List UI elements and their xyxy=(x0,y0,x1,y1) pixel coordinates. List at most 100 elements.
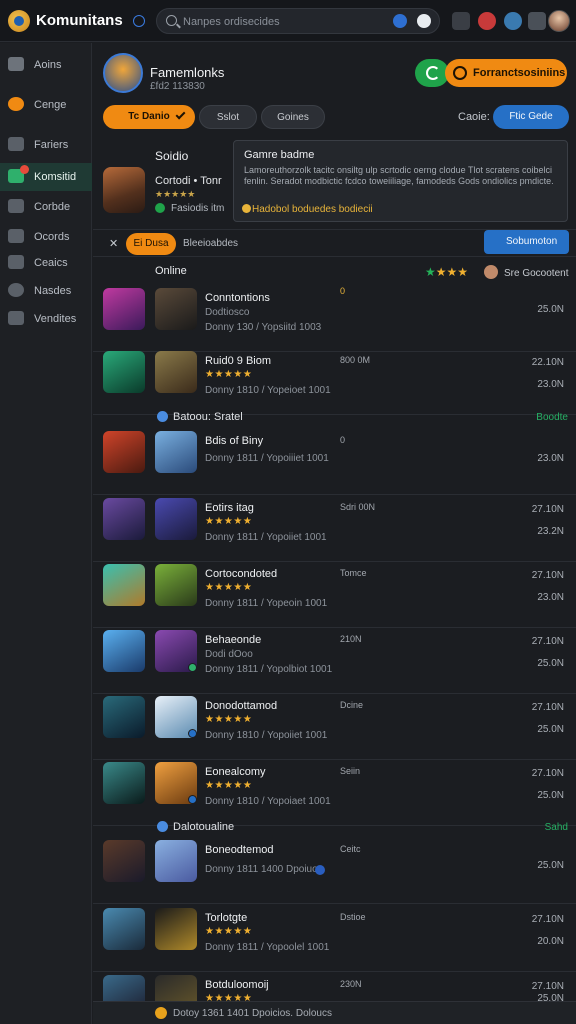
game-thumbnail[interactable] xyxy=(103,840,145,882)
online-section-link[interactable]: Sre Gocootent xyxy=(504,268,568,279)
primary-action-button[interactable]: Forranctsosiniins xyxy=(445,59,567,87)
sidebar-item-fariers[interactable]: Fariers xyxy=(0,131,92,159)
refresh-button[interactable] xyxy=(415,59,449,87)
row-size: Dstioe xyxy=(340,912,366,922)
game-thumbnail-alt[interactable] xyxy=(155,975,197,1001)
game-thumbnail[interactable] xyxy=(103,564,145,606)
row-title[interactable]: Cortocondoted xyxy=(205,568,277,580)
game-thumbnail[interactable] xyxy=(103,431,145,473)
row-title[interactable]: Torlotgte xyxy=(205,912,247,924)
row-subtitle: Dodi dOoo xyxy=(205,649,253,660)
sidebar-item-ocords[interactable]: Ocords xyxy=(0,223,92,251)
row-value: 23.0N xyxy=(537,453,564,464)
game-thumbnail[interactable] xyxy=(103,498,145,540)
row-title[interactable]: Botduloomoij xyxy=(205,979,269,991)
settings-gear-icon[interactable] xyxy=(452,12,470,30)
game-thumbnail[interactable] xyxy=(103,630,145,672)
sidebar-item-corbde[interactable]: Corbde xyxy=(0,193,92,221)
featured-game-name[interactable]: Cortodi • Tonr xyxy=(155,175,222,187)
sidebar-item-nasdes[interactable]: Nasdes xyxy=(0,277,92,305)
sidebar-item-vendites[interactable]: Vendites xyxy=(0,305,92,333)
submit-button[interactable]: Sobumoton xyxy=(484,230,569,254)
row-value-secondary: 23.2N xyxy=(537,526,564,537)
filter-secondary-pill[interactable]: Sslot xyxy=(199,105,257,129)
game-thumbnail[interactable] xyxy=(103,696,145,738)
filter-tertiary-pill[interactable]: Goines xyxy=(261,105,325,129)
game-thumbnail-alt[interactable] xyxy=(155,351,197,393)
row-title[interactable]: Bdis of Biny xyxy=(205,435,263,447)
filter-primary-pill[interactable]: Tc Danio xyxy=(103,105,195,129)
game-thumbnail-alt[interactable] xyxy=(155,564,197,606)
game-thumbnail[interactable] xyxy=(103,908,145,950)
user-avatar[interactable] xyxy=(548,10,570,32)
search-placeholder[interactable]: Nanpes ordisecides xyxy=(183,16,280,28)
game-thumbnail-alt[interactable] xyxy=(155,840,197,882)
group-label: Batoou: Sratel xyxy=(173,411,243,423)
top-bar: Komunitans Nanpes ordisecides xyxy=(0,0,576,42)
list-item[interactable]: Eotirs itag ★★★★★ Donny 1811 / Yopoiiet … xyxy=(93,498,576,562)
row-size: 230N xyxy=(340,979,362,989)
sidebar-item-ceaics[interactable]: Ceaics xyxy=(0,249,92,277)
search-bar[interactable]: Nanpes ordisecides xyxy=(156,8,440,34)
game-thumbnail-alt[interactable] xyxy=(155,431,197,473)
row-size: Seiin xyxy=(340,766,361,776)
app-logo-icon[interactable] xyxy=(8,10,30,32)
platform-badge-icon xyxy=(188,795,197,804)
row-title[interactable]: Boneodtemod xyxy=(205,844,274,856)
sort-dropdown[interactable]: Ftic Gede xyxy=(493,105,569,129)
sidebar-item-aoins[interactable]: Aoins xyxy=(0,51,92,79)
list-item[interactable]: Behaeonde Dodi dOoo Donny 1811 / Yopolbi… xyxy=(93,630,576,694)
voice-search-icon[interactable] xyxy=(393,14,407,28)
list-item[interactable]: Eonealcomy ★★★★★ Donny 1810 / Yopoiaet 1… xyxy=(93,762,576,826)
game-thumbnail-alt[interactable] xyxy=(155,498,197,540)
list-item[interactable]: Conntontions Dodtiosco Donny 130 / Yopsi… xyxy=(93,288,576,352)
sidebar-item-komsitid[interactable]: Komsitid xyxy=(0,163,92,191)
profile-avatar[interactable] xyxy=(103,53,143,93)
bottom-status-bar: Dotoy 1361 1401 Dpoicios. Doloucs xyxy=(93,1001,576,1024)
list-item[interactable]: Bdis of Biny Donny 1811 / Yopoiiiet 1001… xyxy=(93,431,576,495)
alert-icon[interactable] xyxy=(478,12,496,30)
controller-icon xyxy=(8,199,24,213)
game-thumbnail-alt[interactable] xyxy=(155,908,197,950)
link-icon xyxy=(242,204,251,213)
row-title[interactable]: Eotirs itag xyxy=(205,502,254,514)
sparkle-icon[interactable] xyxy=(528,12,546,30)
row-title[interactable]: Ruid0 9 Biom xyxy=(205,355,271,367)
game-thumbnail[interactable] xyxy=(103,288,145,330)
game-thumbnail-alt[interactable] xyxy=(155,288,197,330)
list-item[interactable]: Donodottamod ★★★★★ Donny 1810 / Yopoiiet… xyxy=(93,696,576,760)
search-icon xyxy=(166,15,177,26)
sidebar-item-label: Komsitid xyxy=(34,171,77,183)
row-title[interactable]: Eonealcomy xyxy=(205,766,266,778)
game-thumbnail[interactable] xyxy=(103,762,145,804)
list-item[interactable]: Boneodtemod Donny 1811 1400 Dpoiuos. Cei… xyxy=(93,840,576,904)
game-thumbnail[interactable] xyxy=(103,351,145,393)
list-item[interactable]: Torlotgte ★★★★★ Donny 1811 / Yopoolel 10… xyxy=(93,908,576,972)
row-title[interactable]: Conntontions xyxy=(205,292,270,304)
row-title[interactable]: Behaeonde xyxy=(205,634,261,646)
row-value-secondary: 20.0N xyxy=(537,936,564,947)
camera-search-icon[interactable] xyxy=(417,14,431,28)
tooltip-link[interactable]: Hadobol boduedes bodiecii xyxy=(252,204,373,215)
row-value-primary: 22.10N xyxy=(531,357,564,368)
globe-icon[interactable] xyxy=(504,12,522,30)
action-icon xyxy=(453,66,467,80)
row-meta: Donny 1810 / Yopoiiet 1001 xyxy=(205,730,328,741)
chart-icon xyxy=(8,229,24,243)
list-item[interactable]: Botduloomoij ★★★★★ 230N 27.10N 25.0N xyxy=(93,975,576,1001)
row-value-secondary: 25.0N xyxy=(537,658,564,669)
close-icon[interactable]: ✕ xyxy=(109,237,118,250)
list-item[interactable]: Ruid0 9 Biom ★★★★★ Donny 1810 / Yopeioet… xyxy=(93,351,576,415)
filter-chip[interactable]: Ei Dusa xyxy=(126,233,176,255)
list-item[interactable]: Cortocondoted ★★★★★ Donny 1811 / Yopeoin… xyxy=(93,564,576,628)
game-thumbnail[interactable] xyxy=(103,975,145,1001)
row-value-primary: 27.10N xyxy=(531,636,564,647)
row-title[interactable]: Donodottamod xyxy=(205,700,277,712)
group-label: Dalotoualine xyxy=(173,821,235,833)
bird-icon xyxy=(8,57,24,71)
featured-game-thumbnail[interactable] xyxy=(103,167,145,213)
row-value-primary: 27.10N xyxy=(531,570,564,581)
group-status[interactable]: Sahd xyxy=(545,822,568,833)
group-status[interactable]: Boodte xyxy=(536,412,568,423)
sidebar-item-cenge[interactable]: Cenge xyxy=(0,91,92,119)
